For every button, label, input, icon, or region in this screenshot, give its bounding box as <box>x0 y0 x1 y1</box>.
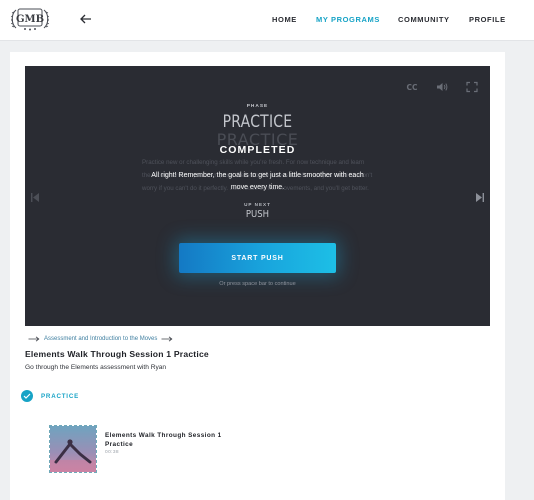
up-next-label: UP NEXT <box>244 202 271 207</box>
completed-heading: COMPLETED <box>219 144 296 156</box>
nav-community[interactable]: COMMUNITY <box>398 15 450 27</box>
breadcrumb-link[interactable]: Assessment and Introduction to the Moves <box>44 336 157 342</box>
next-button[interactable] <box>475 190 485 202</box>
practice-item-title[interactable]: Elements Walk Through Session 1 Practice <box>105 432 245 449</box>
phase-label: PHASE <box>246 104 269 109</box>
phase-title: PRACTICE <box>222 112 293 132</box>
svg-text:CC: CC <box>406 83 418 92</box>
breadcrumb: Assessment and Introduction to the Moves <box>28 334 173 344</box>
skip-previous-icon <box>31 193 39 202</box>
fullscreen-button[interactable] <box>465 80 479 93</box>
check-icon <box>21 390 33 402</box>
previous-button[interactable] <box>30 190 40 202</box>
back-button[interactable] <box>77 10 95 28</box>
volume-button[interactable] <box>435 80 449 92</box>
closed-captions-icon: CC <box>406 83 418 92</box>
nav-profile[interactable]: PROFILE <box>469 15 506 27</box>
arrow-right-icon[interactable] <box>161 336 173 342</box>
fullscreen-icon <box>466 81 478 93</box>
video-thumbnail[interactable] <box>49 425 97 473</box>
section-practice[interactable]: PRACTICE <box>41 393 79 400</box>
arrow-right-icon <box>28 336 40 342</box>
practice-item-duration: 00:38 <box>105 450 120 455</box>
volume-icon <box>437 83 448 91</box>
completion-message: All right! Remember, the goal is to get … <box>151 172 364 191</box>
start-push-button[interactable]: START PUSH <box>179 243 336 273</box>
skip-next-icon <box>476 193 484 202</box>
gmb-logo[interactable]: GMB <box>10 7 50 31</box>
video-player[interactable]: CC PRACTICE Practice new or challenging … <box>25 66 490 326</box>
nav-home[interactable]: HOME <box>272 15 297 27</box>
arrow-left-icon <box>80 14 91 24</box>
space-bar-hint: Or press space bar to continue <box>219 281 296 287</box>
up-next-title: PUSH <box>245 209 270 220</box>
logo-text: GMB <box>16 14 44 25</box>
lesson-subtitle: Go through the Elements assessment with … <box>25 364 167 371</box>
lesson-title: Elements Walk Through Session 1 Practice <box>25 349 209 359</box>
nav-my-programs[interactable]: MY PROGRAMS <box>316 15 380 27</box>
closed-captions-button[interactable]: CC <box>405 80 419 92</box>
top-navigation-bar: GMB HOME MY PROGRAMS COMMUNITY PROFILE <box>0 0 534 41</box>
